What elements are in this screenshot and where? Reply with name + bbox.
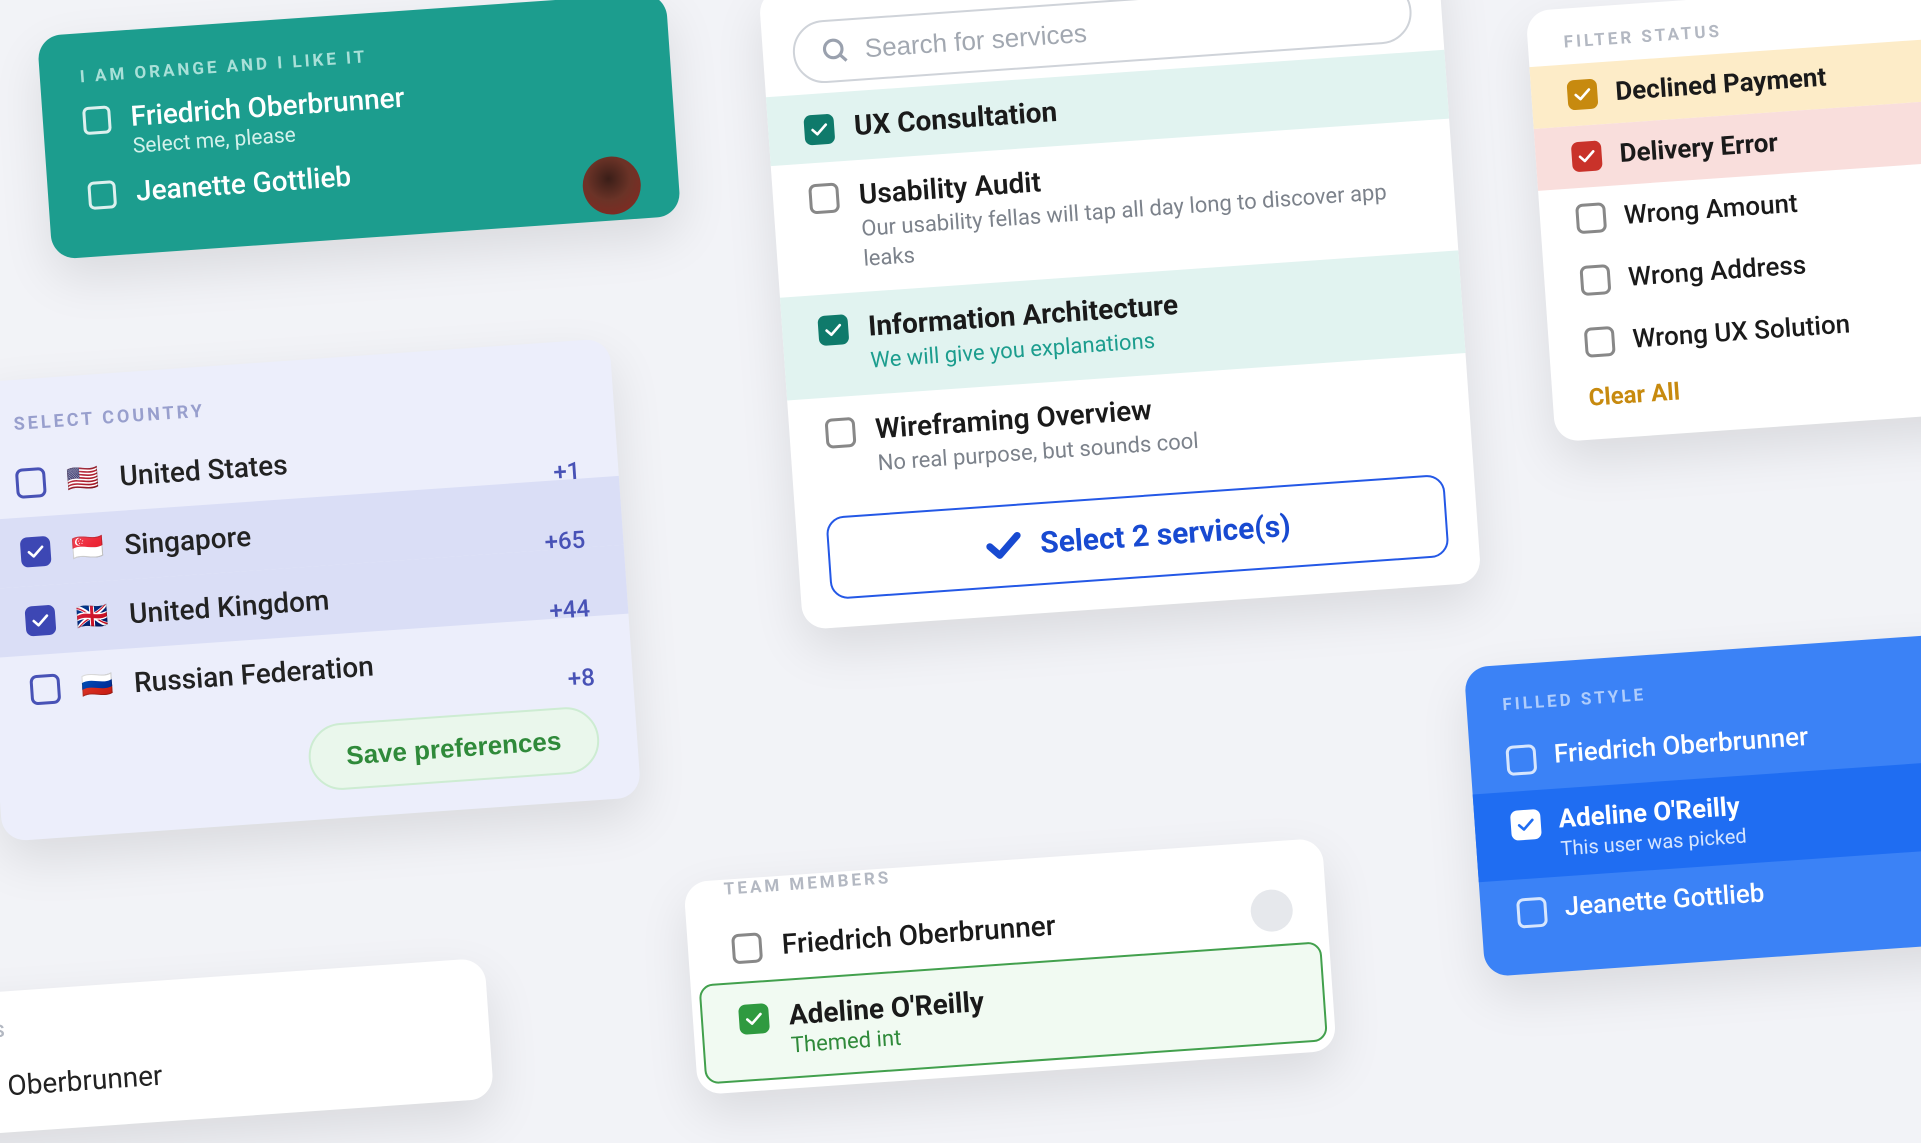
teal-item-name: Jeanette Gottlieb	[135, 160, 352, 208]
services-card: CTION MODE UX Consultation Usability Aud…	[758, 0, 1481, 630]
checkbox-icon[interactable]	[87, 180, 117, 210]
checkbox-icon[interactable]	[20, 535, 52, 567]
dial-code: +1	[552, 457, 581, 487]
checkbox-icon[interactable]	[1584, 326, 1616, 358]
checkbox-icon[interactable]	[15, 466, 47, 498]
blue-name: Jeanette Gottlieb	[1564, 878, 1766, 922]
members-title: M MEMBERS	[0, 991, 448, 1050]
checkbox-icon[interactable]	[29, 673, 61, 705]
service-title: UX Consultation	[853, 95, 1058, 142]
checkbox-icon[interactable]	[738, 1003, 770, 1035]
checkbox-icon[interactable]	[1575, 202, 1607, 234]
checkbox-icon[interactable]	[1505, 744, 1537, 776]
flag-icon: 🇺🇸	[63, 463, 103, 496]
filter-label: Declined Payment	[1614, 62, 1827, 107]
teal-card: I AM ORANGE AND I LIKE IT Friedrich Ober…	[37, 0, 681, 260]
country-name: Russian Federation	[133, 634, 594, 699]
search-input[interactable]	[864, 0, 1385, 64]
filter-label: Delivery Error	[1619, 128, 1779, 169]
avatar	[1249, 888, 1294, 933]
checkbox-icon[interactable]	[1571, 140, 1603, 172]
filter-label: Wrong UX Solution	[1632, 309, 1851, 354]
member-name: Friedrich Oberbrunner	[0, 1038, 452, 1110]
filter-label: Wrong Amount	[1623, 189, 1799, 231]
checkbox-icon[interactable]	[82, 105, 112, 135]
team-members-card: TEAM MEMBERS Friedrich Oberbrunner Adeli…	[683, 838, 1336, 1095]
dial-code: +44	[548, 594, 590, 625]
filter-label: Wrong Address	[1627, 250, 1807, 292]
checkbox-icon[interactable]	[825, 417, 857, 449]
country-card: SELECT COUNTRY 🇺🇸 United States +1 🇸🇬 Si…	[0, 338, 641, 842]
checkbox-icon[interactable]	[1566, 78, 1598, 110]
blue-name: Friedrich Oberbrunner	[1553, 722, 1809, 770]
save-preferences-button[interactable]: Save preferences	[306, 705, 601, 792]
checkbox-icon[interactable]	[1579, 264, 1611, 296]
checkbox-icon[interactable]	[1510, 809, 1542, 841]
flag-icon: 🇷🇺	[77, 669, 117, 702]
search-icon	[820, 35, 852, 67]
select-services-label: Select 2 service(s)	[1039, 508, 1292, 560]
checkbox-icon[interactable]	[1516, 897, 1548, 929]
filled-style-card: FILLED STYLE Friedrich Oberbrunner Adeli…	[1464, 633, 1921, 977]
checkbox-icon[interactable]	[731, 932, 763, 964]
checkbox-icon[interactable]	[817, 314, 849, 346]
checkbox-icon[interactable]	[808, 182, 840, 214]
flag-icon: 🇸🇬	[68, 531, 108, 564]
team-name: Friedrich Oberbrunner	[781, 909, 1057, 961]
filter-status-card: FILTER STATUS Declined Payment Delivery …	[1526, 0, 1921, 442]
checkbox-icon[interactable]	[803, 114, 835, 146]
flag-icon: 🇬🇧	[72, 600, 112, 633]
check-icon	[983, 531, 1023, 562]
checkbox-icon[interactable]	[24, 604, 56, 636]
dial-code: +8	[567, 663, 596, 693]
dial-code: +65	[544, 525, 586, 556]
members-partial-card: M MEMBERS Friedrich Oberbrunner	[0, 958, 494, 1143]
